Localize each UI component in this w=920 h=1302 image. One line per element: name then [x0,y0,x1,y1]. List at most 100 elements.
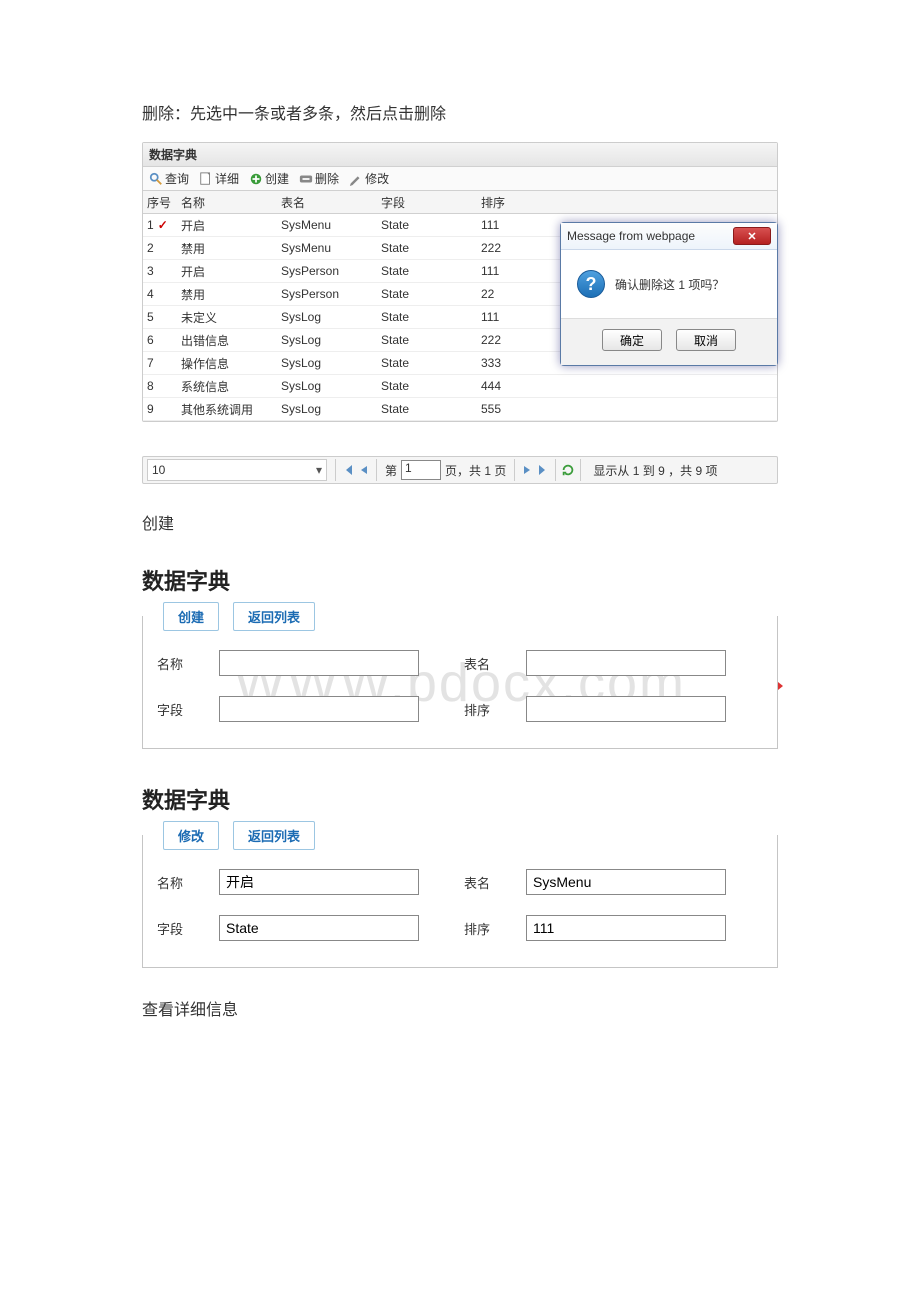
detail-label: 详细 [215,170,239,187]
cell-name: 未定义 [181,309,281,326]
cell-name: 开启 [181,217,281,234]
minus-icon [299,172,313,186]
field-field[interactable] [219,696,419,722]
row-number: 4 [147,287,154,301]
table-field-edit[interactable] [526,869,726,895]
label-field: 字段 [157,700,211,719]
ok-button[interactable]: 确定 [602,329,662,351]
sort-field[interactable] [526,696,726,722]
col-seq: 序号 [147,194,181,211]
page-input[interactable]: 1 [401,460,441,480]
first-page-button[interactable] [340,462,356,478]
cell-name: 系统信息 [181,378,281,395]
page-suffix: 页 [494,464,506,478]
page-size-value: 10 [152,463,165,477]
row-number: 9 [147,402,154,416]
edit-form-panel: 修改 返回列表 名称 表名 字段 排序 [142,835,778,968]
detail-button[interactable]: 详细 [199,170,239,187]
table-row[interactable]: 9 其他系统调用SysLogState555 [143,398,777,421]
label-field-edit: 字段 [157,919,211,938]
cell-sort: 555 [481,402,581,416]
prev-page-button[interactable] [356,462,372,478]
tab-back-list-edit[interactable]: 返回列表 [233,821,315,850]
pencil-icon [349,172,363,186]
tab-modify[interactable]: 修改 [163,821,219,850]
cell-name: 其他系统调用 [181,401,281,418]
name-field[interactable] [219,650,419,676]
pager: 10 ▾ 第 1 页，共 1 页 显示从 1 到 9 ，共 9 项 [142,456,778,484]
cancel-button[interactable]: 取消 [676,329,736,351]
refresh-button[interactable] [560,462,576,478]
cell-name: 操作信息 [181,355,281,372]
grid-header: 序号 名称 表名 字段 排序 [143,191,777,214]
last-page-button[interactable] [535,462,551,478]
cell-field: State [381,402,481,416]
cell-table: SysLog [281,402,381,416]
page-icon [199,172,213,186]
confirm-dialog: Message from webpage ✕ ? 确认删除这 1 项吗？ 确定 … [560,222,778,366]
refresh-icon [561,463,575,477]
cell-table: SysPerson [281,287,381,301]
cell-table: SysLog [281,333,381,347]
label-table-edit: 表名 [464,873,518,892]
dropdown-arrow-icon: ▾ [316,463,322,477]
cell-name: 开启 [181,263,281,280]
pager-info: 显示从 1 到 9 ，共 9 项 [585,462,777,479]
delete-button[interactable]: 删除 [299,170,339,187]
next-page-button[interactable] [519,462,535,478]
row-number: 5 [147,310,154,324]
create-button[interactable]: 创建 [249,170,289,187]
query-button[interactable]: 查询 [149,170,189,187]
cell-table: SysLog [281,310,381,324]
cell-table: SysMenu [281,218,381,232]
table-row[interactable]: 8系统信息SysLogState444 [143,375,777,398]
col-sort: 排序 [481,194,581,211]
tab-create[interactable]: 创建 [163,602,219,631]
delete-label: 删除 [315,170,339,187]
col-field: 字段 [381,194,481,211]
row-number: 3 [147,264,154,278]
row-number: 7 [147,356,154,370]
cell-field: State [381,379,481,393]
cell-table: SysLog [281,356,381,370]
search-icon [149,172,163,186]
check-icon: ✓ [158,218,168,232]
red-marker-icon [778,682,783,690]
grid-toolbar: 查询 详细 创建 删除 修改 [143,167,777,191]
modify-button[interactable]: 修改 [349,170,389,187]
col-name: 名称 [181,194,281,211]
total-pages: 1 [484,464,491,478]
label-table: 表名 [464,654,518,673]
field-field-edit[interactable] [219,915,419,941]
create-form-panel: 创建 返回列表 名称 表名 字段 排序 [142,616,778,749]
prev-icon [359,465,369,475]
modify-label: 修改 [365,170,389,187]
query-label: 查询 [165,170,189,187]
label-name-edit: 名称 [157,873,211,892]
cell-table: SysMenu [281,241,381,255]
dialog-message: 确认删除这 1 项吗？ [615,276,724,293]
col-table: 表名 [281,194,381,211]
row-number: 2 [147,241,154,255]
instruction-delete: 删除：先选中一条或者多条，然后点击删除 [142,100,778,124]
cell-field: State [381,264,481,278]
sort-field-edit[interactable] [526,915,726,941]
section-title-create: 数据字典 [142,564,778,596]
row-number: 1 [147,218,154,232]
cell-field: State [381,310,481,324]
dialog-close-button[interactable]: ✕ [733,227,771,245]
close-icon: ✕ [747,230,756,243]
cell-name: 出错信息 [181,332,281,349]
page-size-select[interactable]: 10 ▾ [147,459,327,481]
cell-table: SysLog [281,379,381,393]
cell-sort: 444 [481,379,581,393]
tab-back-list[interactable]: 返回列表 [233,602,315,631]
cell-field: State [381,287,481,301]
cell-name: 禁用 [181,286,281,303]
label-sort-edit: 排序 [464,919,518,938]
name-field-edit[interactable] [219,869,419,895]
table-field[interactable] [526,650,726,676]
first-icon [342,464,354,476]
label-sort: 排序 [464,700,518,719]
cell-field: State [381,333,481,347]
